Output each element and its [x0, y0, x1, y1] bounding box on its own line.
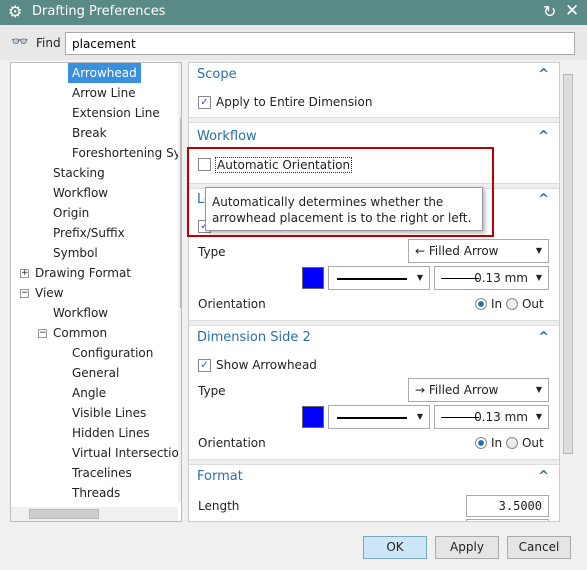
collapse-side2-icon[interactable]: ^: [538, 330, 549, 345]
tree-node[interactable]: Workflow: [53, 303, 108, 323]
side2-line-style-dropdown[interactable]: ▼: [328, 405, 430, 429]
side1-color-swatch[interactable]: [302, 267, 324, 289]
side2-in-radio[interactable]: [475, 437, 487, 449]
cancel-button[interactable]: Cancel: [507, 536, 571, 559]
side1-type-dropdown[interactable]: ← Filled Arrow ▼: [408, 239, 549, 263]
expand-icon[interactable]: +: [20, 269, 29, 278]
apply-entire-checkbox[interactable]: ✓: [198, 96, 211, 109]
side2-out-radio[interactable]: [505, 437, 518, 449]
tree-node[interactable]: Workflow: [53, 183, 108, 203]
tree-vertical-scrollbar[interactable]: [178, 63, 181, 503]
settings-panel: Scope ^ ✓ Apply to Entire Dimension Work…: [188, 62, 560, 522]
tree-node[interactable]: Symbol: [53, 243, 98, 263]
tree-node[interactable]: General: [72, 363, 119, 383]
collapse-workflow-icon[interactable]: ^: [538, 129, 549, 144]
tree-node[interactable]: View: [35, 283, 63, 303]
tree-node[interactable]: Tracelines: [72, 463, 132, 483]
collapse-scope-icon[interactable]: ^: [538, 67, 549, 82]
side1-line-style-dropdown[interactable]: ▼: [328, 266, 430, 290]
side2-show-checkbox[interactable]: ✓: [198, 359, 211, 372]
gear-icon[interactable]: ⚙: [8, 2, 22, 21]
format-section-title: Format: [197, 469, 243, 484]
find-label: Find: [36, 36, 61, 50]
side2-orientation-radios: In Out: [475, 436, 544, 450]
close-icon[interactable]: ✕: [565, 1, 579, 21]
side1-out-radio[interactable]: [505, 298, 518, 310]
side1-width-dropdown[interactable]: 0.13 mm ▼: [434, 266, 549, 290]
tree-horizontal-scrollbar[interactable]: [11, 507, 178, 521]
collapse-icon[interactable]: −: [38, 329, 47, 338]
side1-orientation-label: Orientation: [198, 297, 266, 311]
title-bar: ⚙ Drafting Preferences ↻ ✕: [0, 0, 587, 25]
tree-node[interactable]: Origin: [53, 203, 89, 223]
tree-node[interactable]: Drawing Format: [35, 263, 131, 283]
binoculars-icon: 👓: [11, 34, 29, 50]
length-input[interactable]: 3.5000: [466, 495, 549, 517]
tree-node[interactable]: Arrow Line: [72, 83, 136, 103]
apply-entire-label: Apply to Entire Dimension: [216, 95, 373, 109]
tree-node[interactable]: Stacking: [53, 163, 105, 183]
ok-button[interactable]: OK: [363, 536, 427, 559]
side2-show-label: Show Arrowhead: [216, 358, 317, 372]
side1-orientation-radios: In Out: [475, 297, 544, 311]
reset-icon[interactable]: ↻: [543, 2, 556, 21]
side2-section-title: Dimension Side 2: [197, 330, 311, 345]
tree-node[interactable]: Visible Lines: [72, 403, 146, 423]
tree-node[interactable]: Hidden Lines: [72, 423, 150, 443]
find-input[interactable]: [65, 32, 575, 55]
tree-node[interactable]: Common: [53, 323, 107, 343]
tree-node[interactable]: Virtual Intersectio: [72, 443, 179, 463]
tree-node[interactable]: Angle: [72, 383, 106, 403]
tree-node[interactable]: Prefix/Suffix: [53, 223, 125, 243]
collapse-side1-icon[interactable]: ^: [538, 192, 549, 207]
collapse-format-icon[interactable]: ^: [538, 469, 549, 484]
tree-node[interactable]: Configuration: [72, 343, 153, 363]
format-next-input[interactable]: [466, 519, 549, 521]
collapse-icon[interactable]: −: [20, 289, 29, 298]
tree-node[interactable]: Foreshortening Sy: [72, 143, 181, 163]
preferences-tree: Arrowhead Arrow Line Extension Line Break Fo…: [10, 62, 182, 522]
length-label: Length: [198, 499, 240, 513]
side2-color-swatch[interactable]: [302, 406, 324, 428]
side2-orientation-label: Orientation: [198, 436, 266, 450]
tree-node[interactable]: Extension Line: [72, 103, 160, 123]
side2-type-label: Type: [198, 384, 226, 398]
window-title: Drafting Preferences: [32, 4, 166, 19]
tree-node[interactable]: Arrowhead: [68, 63, 141, 83]
side2-type-dropdown[interactable]: → Filled Arrow ▼: [408, 378, 549, 402]
panel-vertical-scrollbar[interactable]: [561, 62, 575, 522]
workflow-section-title: Workflow: [197, 129, 257, 144]
side2-width-dropdown[interactable]: 0.13 mm ▼: [434, 405, 549, 429]
apply-button[interactable]: Apply: [435, 536, 499, 559]
tooltip: Automatically determines whether the arr…: [205, 187, 483, 231]
side1-type-label: Type: [198, 245, 226, 259]
tree-node[interactable]: Threads: [72, 483, 120, 503]
side1-in-radio[interactable]: [475, 298, 487, 310]
scope-section-title: Scope: [197, 67, 237, 82]
tree-node[interactable]: Break: [72, 123, 107, 143]
